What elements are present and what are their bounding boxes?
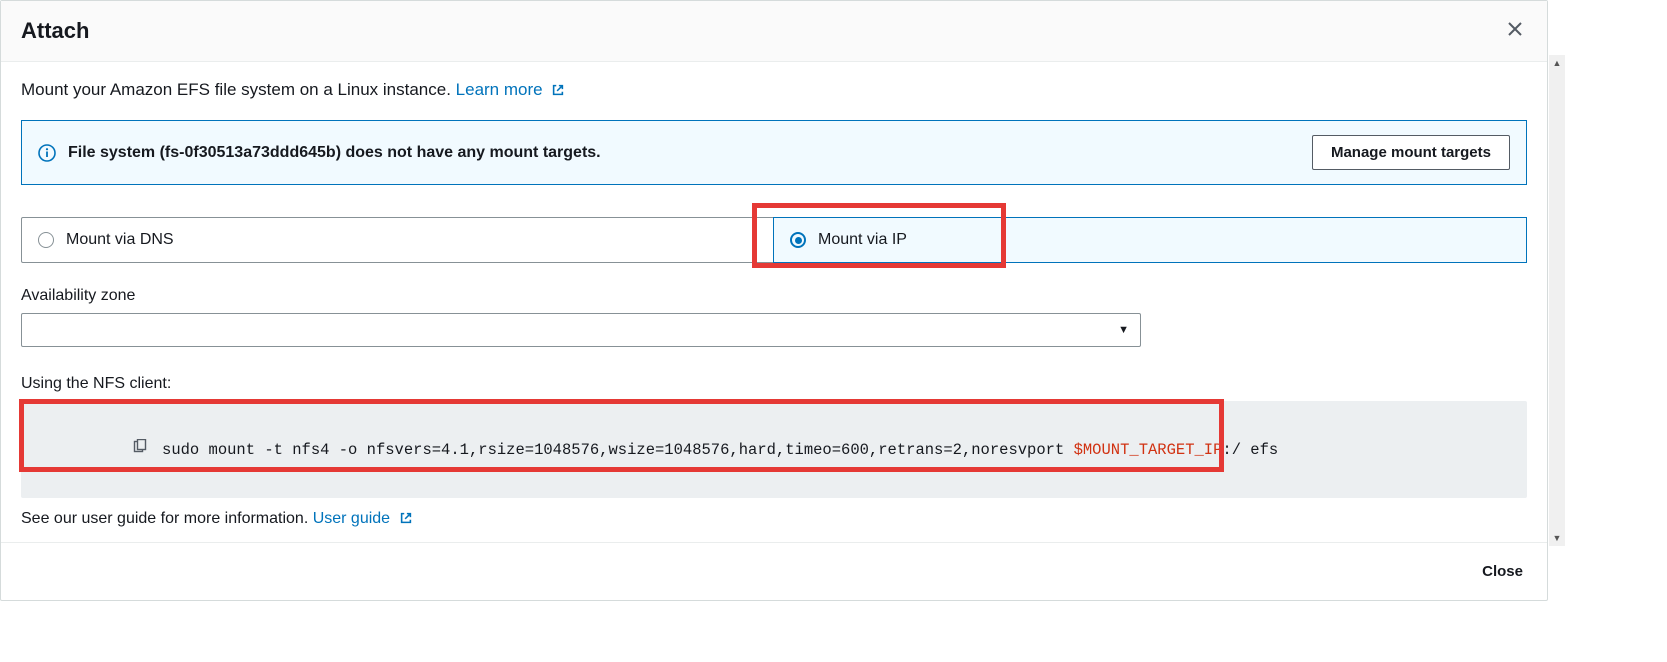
radio-checked-icon — [790, 232, 806, 248]
availability-zone-select[interactable] — [21, 313, 1141, 347]
intro-text: Mount your Amazon EFS file system on a L… — [21, 80, 1527, 102]
availability-zone-field: Availability zone ▼ — [21, 287, 1527, 347]
modal-body: Mount your Amazon EFS file system on a L… — [1, 62, 1547, 542]
cmd-pre: sudo mount -t nfs4 -o nfsvers=4.1,rsize=… — [162, 441, 1074, 459]
close-button[interactable]: Close — [1478, 557, 1527, 586]
copy-icon[interactable] — [39, 421, 148, 478]
cmd-post: :/ efs — [1222, 441, 1278, 459]
external-link-icon — [551, 82, 565, 102]
nfs-command-container: sudo mount -t nfs4 -o nfsvers=4.1,rsize=… — [21, 401, 1527, 498]
info-icon — [38, 144, 56, 162]
info-content: File system (fs-0f30513a73ddd645b) does … — [38, 144, 601, 162]
scrollbar[interactable]: ▲ ▼ — [1549, 55, 1565, 546]
external-link-icon — [399, 511, 413, 530]
mount-via-dns-tile[interactable]: Mount via DNS — [22, 218, 774, 262]
info-message: File system (fs-0f30513a73ddd645b) does … — [68, 144, 601, 162]
user-guide-text: See our user guide for more information.… — [21, 510, 1527, 530]
nfs-command-text: sudo mount -t nfs4 -o nfsvers=4.1,rsize=… — [162, 441, 1278, 459]
modal-title: Attach — [21, 18, 89, 44]
info-alert: File system (fs-0f30513a73ddd645b) does … — [21, 120, 1527, 185]
mount-via-ip-label: Mount via IP — [818, 231, 907, 249]
manage-mount-targets-button[interactable]: Manage mount targets — [1312, 135, 1510, 170]
intro-label: Mount your Amazon EFS file system on a L… — [21, 80, 456, 99]
learn-more-label: Learn more — [456, 80, 543, 99]
mount-via-ip-tile[interactable]: Mount via IP — [773, 217, 1527, 263]
nfs-client-label: Using the NFS client: — [21, 375, 1527, 393]
user-guide-label: User guide — [313, 510, 390, 527]
cmd-var: $MOUNT_TARGET_IP — [1074, 441, 1223, 459]
scroll-down-icon[interactable]: ▼ — [1549, 530, 1565, 546]
user-guide-prefix: See our user guide for more information. — [21, 510, 313, 527]
nfs-command-box: sudo mount -t nfs4 -o nfsvers=4.1,rsize=… — [21, 401, 1527, 498]
learn-more-link[interactable]: Learn more — [456, 80, 566, 99]
modal-header: Attach — [1, 1, 1547, 62]
radio-unchecked-icon — [38, 232, 54, 248]
attach-modal: Attach Mount your Amazon EFS file system… — [0, 0, 1548, 601]
availability-zone-label: Availability zone — [21, 287, 1527, 305]
mount-method-tiles: Mount via DNS Mount via IP — [21, 217, 1527, 263]
modal-footer: Close — [1, 542, 1547, 600]
close-icon[interactable] — [1503, 17, 1527, 45]
mount-via-dns-label: Mount via DNS — [66, 231, 174, 249]
scroll-up-icon[interactable]: ▲ — [1549, 55, 1565, 71]
availability-zone-select-wrap: ▼ — [21, 313, 1141, 347]
user-guide-link[interactable]: User guide — [313, 510, 413, 527]
